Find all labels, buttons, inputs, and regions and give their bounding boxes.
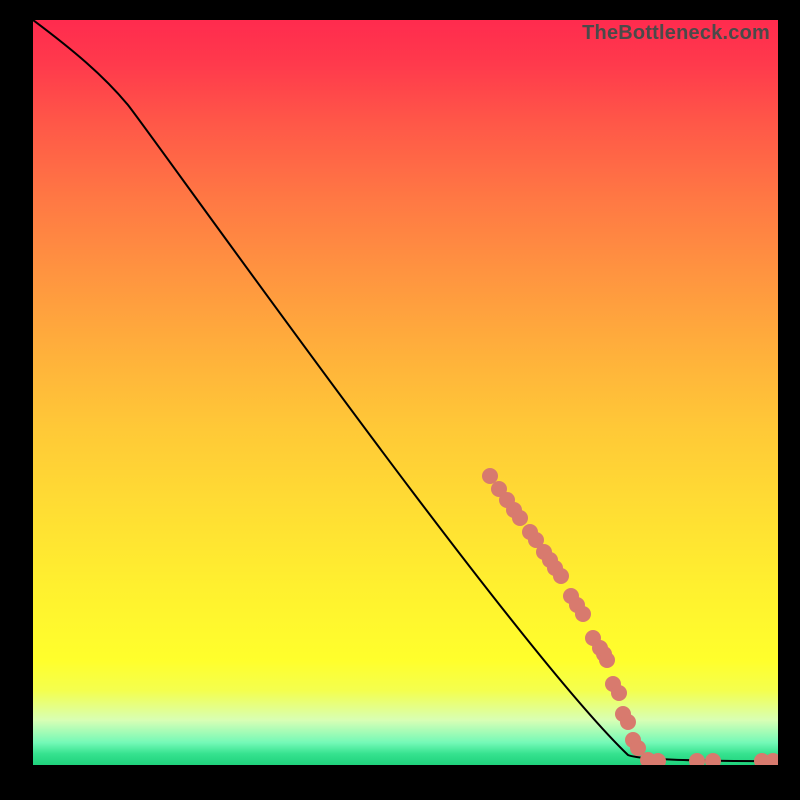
chart-dot (512, 510, 528, 526)
chart-curve (33, 20, 778, 761)
chart-dot (553, 568, 569, 584)
chart-dots-group (482, 468, 778, 765)
chart-dot (611, 685, 627, 701)
chart-dot (705, 753, 721, 765)
chart-svg (33, 20, 778, 765)
chart-dot (620, 714, 636, 730)
chart-frame: TheBottleneck.com (33, 20, 778, 765)
chart-dot (575, 606, 591, 622)
chart-dot (689, 753, 705, 765)
chart-dot (482, 468, 498, 484)
chart-dot (599, 652, 615, 668)
